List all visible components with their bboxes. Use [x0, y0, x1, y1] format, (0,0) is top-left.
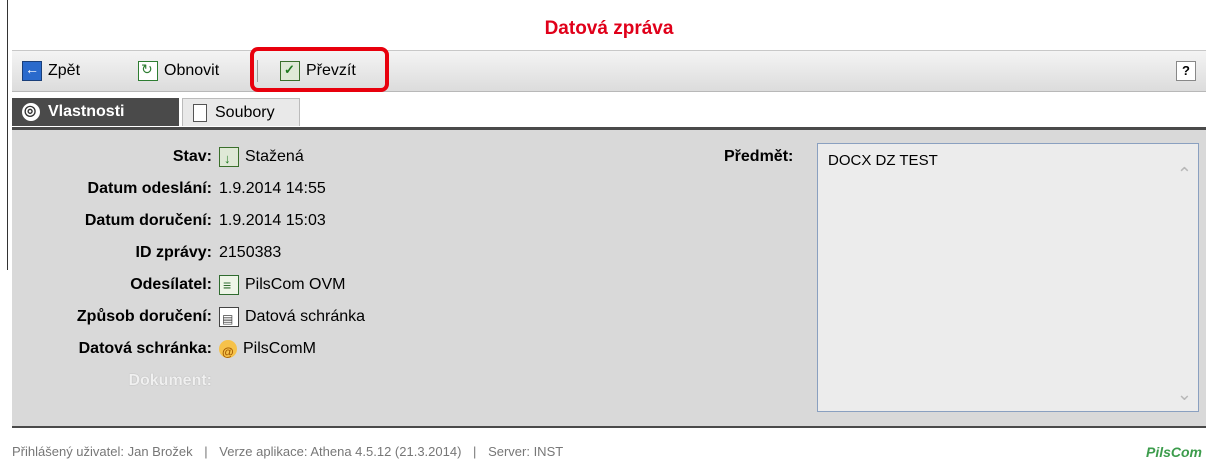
stav-value-text: Stažená [245, 148, 304, 165]
left-border-line [7, 0, 8, 270]
dokument-label: Dokument: [128, 372, 212, 389]
predmet-textarea[interactable]: DOCX DZ TEST ⌃ ⌄ [817, 143, 1199, 412]
odesilatel-value-text: PilsCom OVM [245, 276, 346, 293]
organization-icon [219, 274, 239, 296]
tab-vlastnosti[interactable]: Vlastnosti [12, 98, 179, 126]
datova-schranka-label: Datová schránka: [78, 340, 212, 357]
downloaded-icon [219, 147, 239, 170]
footer-separator: | [473, 444, 477, 459]
stav-value: Stažená [219, 146, 304, 170]
refresh-button[interactable]: Obnovit [138, 59, 219, 83]
tab-vlastnosti-label: Vlastnosti [48, 103, 125, 120]
datova-schranka-value-text: PilsComM [243, 340, 316, 357]
row-id-zpravy: ID zprávy: [12, 242, 212, 264]
footer-separator: | [204, 444, 208, 459]
back-button[interactable]: Zpět [22, 59, 80, 83]
footer-server: Server: INST [488, 444, 564, 459]
file-icon [193, 103, 207, 122]
predmet-label: Předmět: [724, 148, 794, 165]
tab-soubory[interactable]: Soubory [182, 98, 300, 126]
row-datum-doruceni: Datum doručení: [12, 210, 212, 232]
back-button-label: Zpět [48, 62, 81, 79]
status-footer: Přihlášený uživatel: Jan Brožek | Verze … [12, 444, 1206, 464]
properties-icon [22, 102, 40, 121]
datova-schranka-value: PilsComM [219, 338, 316, 363]
refresh-button-label: Obnovit [164, 62, 220, 79]
row-stav: Stav: [12, 146, 212, 168]
row-datova-schranka: Datová schránka: [12, 338, 212, 360]
take-over-highlight-annotation [250, 47, 389, 92]
row-zpusob-doruceni: Způsob doručení: [12, 306, 212, 328]
odesilatel-value: PilsCom OVM [219, 274, 345, 296]
tab-soubory-label: Soubory [215, 103, 275, 121]
databox-icon [219, 340, 237, 363]
window-title: Datová zpráva [12, 12, 1206, 45]
help-button[interactable]: ? [1176, 61, 1196, 81]
odesilatel-label: Odesílatel: [130, 276, 212, 293]
datum-doruceni-value: 1.9.2014 15:03 [219, 212, 326, 229]
row-odesilatel: Odesílatel: [12, 274, 212, 296]
back-arrow-icon [22, 61, 42, 81]
predmet-value: DOCX DZ TEST [828, 152, 938, 169]
stav-label: Stav: [172, 148, 212, 165]
scroll-up-icon[interactable]: ⌃ [1177, 164, 1192, 185]
footer-user: Přihlášený uživatel: Jan Brožek [12, 444, 193, 459]
databox-delivery-icon [219, 307, 239, 330]
id-zpravy-value: 2150383 [219, 244, 282, 261]
toolbar: Zpět Obnovit Převzít ? [12, 50, 1206, 92]
datum-doruceni-label: Datum doručení: [84, 212, 212, 229]
datum-odeslani-label: Datum odeslání: [87, 180, 212, 197]
row-datum-odeslani: Datum odeslání: [12, 178, 212, 200]
properties-panel: Stav: Stažená Datum odeslání: 1.9.2014 1… [12, 127, 1206, 428]
id-zpravy-label: ID zprávy: [135, 244, 212, 261]
zpusob-doruceni-value: Datová schránka [219, 306, 366, 330]
datum-odeslani-value: 1.9.2014 14:55 [219, 180, 326, 197]
zpusob-doruceni-label: Způsob doručení: [76, 308, 212, 325]
zpusob-doruceni-value-text: Datová schránka [245, 308, 366, 325]
scroll-down-icon[interactable]: ⌄ [1177, 384, 1192, 405]
brand-logo: PilsCom [1145, 444, 1202, 460]
footer-version: Verze aplikace: Athena 4.5.12 (21.3.2014… [219, 444, 462, 459]
refresh-icon [138, 61, 158, 81]
tab-bar: Vlastnosti Soubory [12, 98, 1206, 127]
row-dokument: Dokument: [12, 370, 212, 392]
